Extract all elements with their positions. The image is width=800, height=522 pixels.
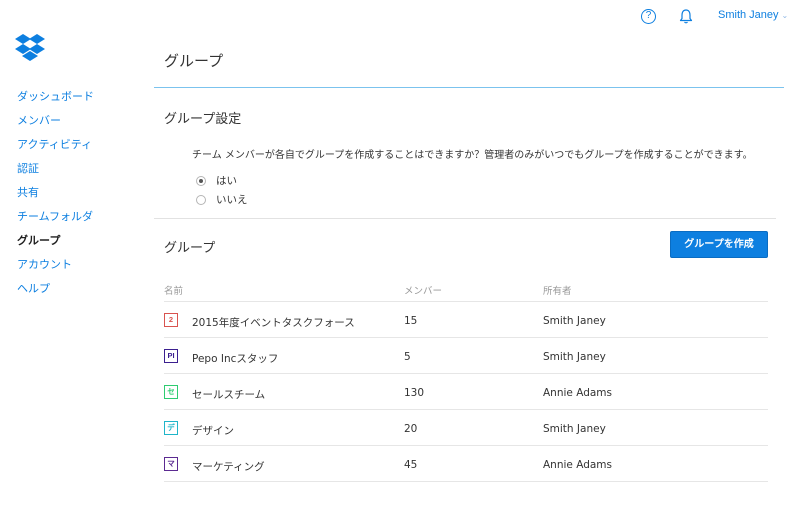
group-badge: マ: [164, 457, 178, 471]
sidebar-item-dashboard[interactable]: ダッシュボード: [17, 89, 94, 113]
group-badge: セ: [164, 385, 178, 399]
section-divider: [154, 218, 776, 219]
group-name[interactable]: デザイン: [192, 423, 234, 438]
group-name[interactable]: 2015年度イベントタスクフォース: [192, 315, 355, 330]
group-badge: デ: [164, 421, 178, 435]
group-member-count: 15: [404, 315, 418, 327]
group-badge: 2: [164, 313, 178, 327]
group-name[interactable]: Pepo Incスタッフ: [192, 351, 278, 366]
sidebar-item-members[interactable]: メンバー: [17, 113, 94, 137]
group-owner: Annie Adams: [543, 459, 613, 471]
table-row[interactable]: セ セールスチーム 130 Annie Adams: [164, 374, 768, 410]
sidebar-nav: ダッシュボード メンバー アクティビティ 認証 共有 チームフォルダ グループ …: [17, 89, 94, 305]
top-bar: ? Smith Janey ⌄: [0, 0, 800, 36]
group-badge: PI: [164, 349, 178, 363]
table-row[interactable]: デ デザイン 20 Smith Janey: [164, 410, 768, 446]
group-settings-question: チーム メンバーが各自でグループを作成することはできますか？管理者のみがいつでも…: [192, 150, 753, 161]
column-header-owner[interactable]: 所有者: [543, 283, 572, 297]
table-row[interactable]: マ マーケティング 45 Annie Adams: [164, 446, 768, 482]
help-circle-icon[interactable]: ?: [641, 9, 656, 24]
radio-button-yes[interactable]: [196, 175, 206, 186]
sidebar-item-activity[interactable]: アクティビティ: [17, 137, 94, 161]
group-settings-title: グループ設定: [164, 112, 242, 127]
groups-table: 名前 メンバー 所有者 2 2015年度イベントタスクフォース 15 Smith…: [164, 278, 768, 482]
sidebar-item-team-folders[interactable]: チームフォルダ: [17, 209, 94, 233]
group-member-count: 5: [404, 351, 411, 363]
page-title: グループ: [164, 52, 224, 70]
radio-option-yes[interactable]: はい: [196, 173, 237, 188]
group-member-count: 20: [404, 423, 418, 435]
group-member-count: 45: [404, 459, 418, 471]
groups-section-title: グループ: [164, 241, 216, 256]
radio-label-no: いいえ: [216, 194, 248, 206]
sidebar-item-account[interactable]: アカウント: [17, 257, 94, 281]
group-name[interactable]: マーケティング: [192, 459, 265, 474]
group-member-count: 130: [404, 387, 425, 399]
sidebar-item-help[interactable]: ヘルプ: [17, 281, 94, 305]
radio-option-no[interactable]: いいえ: [196, 192, 248, 207]
group-owner: Smith Janey: [543, 351, 606, 363]
column-header-name[interactable]: 名前: [164, 283, 183, 297]
radio-button-no[interactable]: [196, 194, 206, 205]
user-name: Smith Janey: [718, 9, 779, 21]
table-header: 名前 メンバー 所有者: [164, 278, 768, 302]
group-owner: Annie Adams: [543, 387, 613, 399]
sidebar-item-authentication[interactable]: 認証: [17, 161, 94, 185]
sidebar-item-sharing[interactable]: 共有: [17, 185, 94, 209]
dropbox-logo-icon[interactable]: [14, 33, 46, 63]
group-name[interactable]: セールスチーム: [192, 387, 265, 402]
sidebar-item-groups[interactable]: グループ: [17, 233, 94, 257]
table-row[interactable]: 2 2015年度イベントタスクフォース 15 Smith Janey: [164, 302, 768, 338]
table-row[interactable]: PI Pepo Incスタッフ 5 Smith Janey: [164, 338, 768, 374]
column-header-members[interactable]: メンバー: [404, 283, 442, 297]
bell-icon[interactable]: [678, 8, 694, 25]
title-divider: [154, 87, 784, 88]
create-group-button[interactable]: グループを作成: [670, 231, 768, 258]
chevron-down-icon: ⌄: [781, 11, 789, 20]
radio-label-yes: はい: [216, 175, 237, 187]
group-owner: Smith Janey: [543, 423, 606, 435]
user-menu[interactable]: Smith Janey ⌄: [718, 9, 788, 21]
group-owner: Smith Janey: [543, 315, 606, 327]
